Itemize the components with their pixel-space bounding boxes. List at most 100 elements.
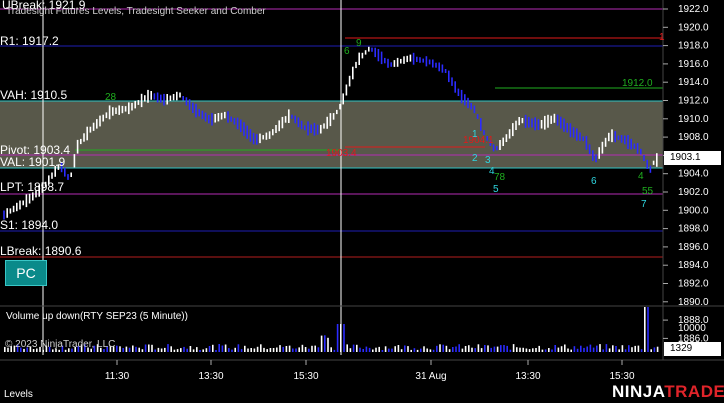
volume-bar <box>615 346 617 352</box>
green-annotation: 9 <box>356 38 362 49</box>
volume-bar <box>301 344 304 352</box>
volume-bar <box>656 346 659 352</box>
volume-bar <box>234 347 236 352</box>
time-axis: 11:30 13:30 15:30 31 Aug 13:30 15:30 <box>105 360 635 382</box>
volume-bar <box>420 348 422 352</box>
volume-bar <box>135 346 137 352</box>
volume-bar <box>186 348 188 352</box>
price-tick-label: 1914.0 <box>678 77 709 88</box>
volume-bar <box>423 346 425 352</box>
chart-title: Tradesight Futures Levels, Tradesight Se… <box>6 6 266 17</box>
volume-bar <box>580 345 582 352</box>
volume-bar <box>244 345 246 352</box>
volume-bar <box>340 324 342 352</box>
volume-bar <box>602 349 604 352</box>
price-tick-label: 1910.0 <box>678 114 709 125</box>
volume-bar <box>544 349 547 352</box>
volume-bar <box>208 346 211 352</box>
price-tick-label: 1894.0 <box>678 260 709 271</box>
price-tick-label: 1890.0 <box>678 297 709 308</box>
bottom-tab-levels[interactable]: Levels <box>4 389 33 400</box>
price-tick-label: 1892.0 <box>678 279 709 290</box>
volume-bar <box>221 345 224 352</box>
volume-bar <box>503 345 505 352</box>
volume-bar <box>413 348 416 352</box>
r1-label: R1: 1917.2 <box>0 34 59 48</box>
volume-bar <box>532 348 534 352</box>
red-annotation: 1904.1 <box>463 135 494 146</box>
volume-bar <box>586 346 588 352</box>
volume-bar <box>429 349 432 352</box>
volume-bar <box>455 346 457 352</box>
volume-bar <box>410 349 412 352</box>
volume-bar <box>461 348 464 352</box>
volume-bar <box>336 324 339 352</box>
volume-bar <box>260 344 262 352</box>
time-tick-label: 13:30 <box>198 371 223 382</box>
val-label: VAL: 1901.9 <box>0 155 66 169</box>
volume-bar <box>596 345 598 352</box>
cyan-annotation: 1 <box>472 129 478 140</box>
cyan-annotation: 6 <box>591 176 597 187</box>
volume-bar <box>272 348 275 352</box>
volume-bar <box>516 347 518 352</box>
volume-bar <box>637 345 640 352</box>
volume-bar <box>119 346 121 352</box>
current-price-tag: 1903.1 <box>664 151 721 165</box>
volume-bar <box>650 349 652 352</box>
volume-bar <box>192 349 195 352</box>
volume-bar <box>624 349 627 352</box>
volume-bar <box>496 346 499 352</box>
volume-bar <box>324 335 326 352</box>
volume-bar <box>634 345 636 352</box>
volume-bar <box>621 345 624 352</box>
vah-label: VAH: 1910.5 <box>0 88 68 102</box>
volume-bar <box>282 346 284 352</box>
volume-bar <box>349 348 352 352</box>
volume-bar <box>285 346 288 352</box>
volume-bar <box>372 349 374 352</box>
volume-bar <box>311 345 313 352</box>
volume-bar <box>480 348 483 352</box>
volume-bar <box>333 349 336 352</box>
volume-bar <box>128 347 131 352</box>
volume-bar <box>567 348 569 352</box>
volume-bar <box>231 349 233 352</box>
volume-bar <box>471 347 473 352</box>
volume-bar <box>506 345 508 352</box>
volume-bar <box>116 345 118 352</box>
volume-bar <box>384 346 387 352</box>
volume-bar <box>436 345 438 352</box>
volume-bar <box>452 347 454 352</box>
cyan-annotation: 3 <box>485 155 491 166</box>
volume-bar <box>263 347 265 352</box>
volume-bar <box>199 350 201 352</box>
price-tick-label: 1920.0 <box>678 22 709 33</box>
volume-bar <box>487 345 489 352</box>
volume-bar <box>439 344 441 352</box>
volume-bar <box>151 344 153 352</box>
volume-bar <box>509 349 512 352</box>
price-tick-label: 1912.0 <box>678 96 709 107</box>
volume-bar <box>317 347 320 352</box>
red-annotation: 1 <box>659 32 665 43</box>
volume-bar <box>493 346 496 352</box>
volume-bar <box>304 347 307 352</box>
volume-bar <box>240 349 243 352</box>
volume-bar <box>343 324 345 352</box>
pc-button[interactable]: PC <box>5 260 47 286</box>
volume-bar <box>58 349 60 352</box>
volume-bar <box>548 348 550 352</box>
volume-bar <box>356 344 358 352</box>
volume-bar <box>122 348 124 352</box>
volume-bar <box>522 347 524 352</box>
volume-last-tag: 1329 <box>664 342 721 356</box>
volume-bar <box>583 347 585 352</box>
time-tick-label: 15:30 <box>293 371 318 382</box>
volume-bar <box>266 349 268 352</box>
volume-bar <box>608 348 611 352</box>
volume-bar <box>573 346 576 352</box>
volume-bar <box>525 348 528 352</box>
lpt-label: LPT: 1898.7 <box>0 180 65 194</box>
volume-bar <box>298 347 300 352</box>
